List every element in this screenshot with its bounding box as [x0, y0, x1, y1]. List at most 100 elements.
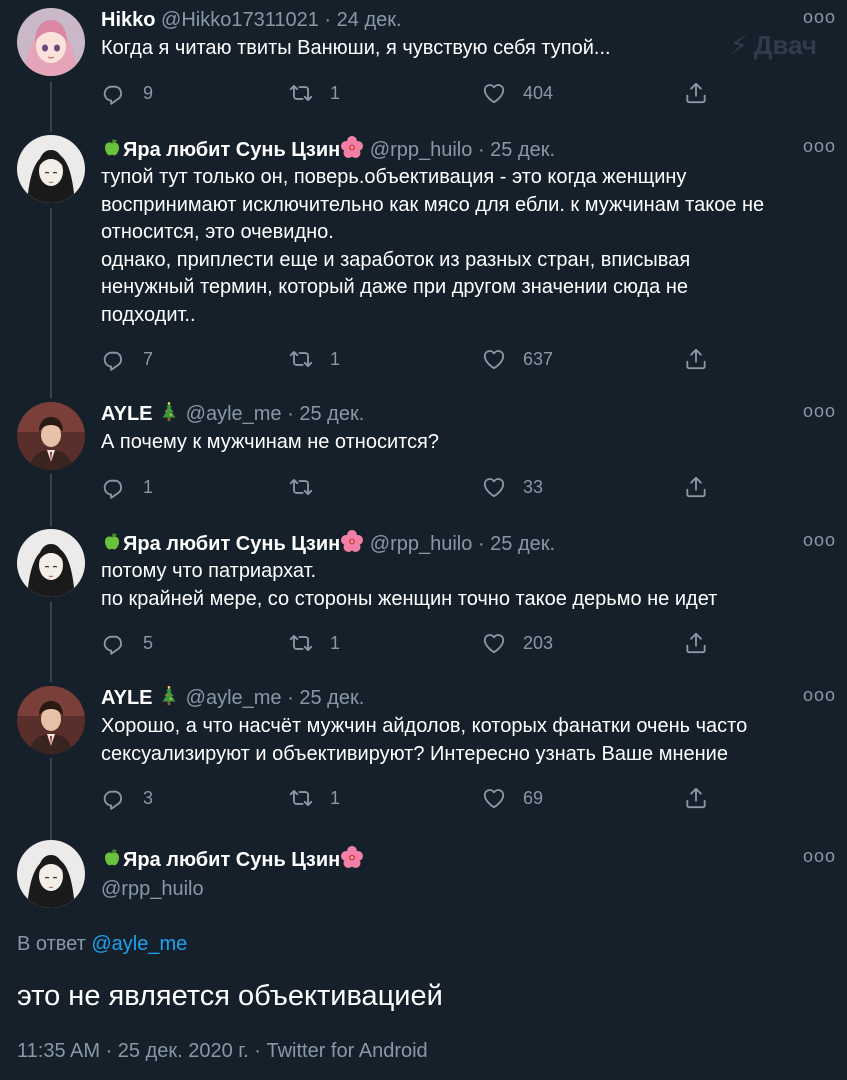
share-icon	[683, 630, 709, 656]
separator-dot: ·	[287, 403, 294, 425]
retweet-icon	[288, 630, 314, 656]
reply-button[interactable]: 7	[101, 342, 153, 376]
retweet-button[interactable]: 1	[288, 626, 340, 660]
tweet[interactable]: AYLE @ayle_me · 25 дек. ooo Хорошо, а чт…	[0, 684, 847, 824]
avatar[interactable]	[17, 529, 85, 597]
christmas-tree-icon	[158, 685, 180, 707]
retweet-icon	[288, 474, 314, 500]
tweet-text: А почему к мужчинам не относится?	[101, 431, 440, 453]
tweet-meta[interactable]: 11:35 AM · 25 дек. 2020 г. · Twitter for…	[17, 1040, 428, 1063]
avatar[interactable]	[17, 840, 85, 908]
reply-button[interactable]: 3	[101, 781, 153, 815]
author-handle[interactable]: @rpp_huilo	[370, 533, 473, 555]
like-button[interactable]: 33	[481, 470, 543, 504]
tweet-date[interactable]: 25 дек.	[299, 687, 364, 709]
tweet-text: тупой тут только он, поверь.объективация…	[101, 166, 765, 326]
author-name[interactable]: AYLE	[101, 687, 153, 709]
more-icon[interactable]: ooo	[803, 529, 835, 557]
author-handle[interactable]: @Hikko17311021	[161, 9, 319, 31]
author-handle[interactable]: @ayle_me	[186, 403, 282, 425]
reply-button[interactable]: 5	[101, 626, 153, 660]
share-button[interactable]	[683, 626, 709, 660]
main-tweet[interactable]: Яра любит Сунь Цзин @rpp_huilo ooo	[0, 845, 847, 915]
more-icon[interactable]: ooo	[803, 400, 835, 428]
like-count: 203	[523, 632, 554, 653]
tweet-header-handle: @rpp_huilo	[101, 875, 204, 903]
tweet-actions: 1 33	[0, 470, 847, 504]
reply-count: 3	[143, 787, 154, 808]
more-icon[interactable]: ooo	[803, 135, 835, 163]
tweet[interactable]: Яра любит Сунь Цзин @rpp_huilo · 25 дек.…	[0, 529, 847, 669]
retweet-button[interactable]: 1	[288, 342, 340, 376]
avatar[interactable]	[17, 686, 85, 754]
tweet-actions: 3 1 69	[0, 781, 847, 815]
tweet-header: Яра любит Сунь Цзин	[101, 845, 364, 873]
reply-count: 1	[143, 476, 154, 497]
share-button[interactable]	[683, 76, 709, 110]
author-handle[interactable]: @rpp_huilo	[370, 139, 473, 161]
heart-icon	[481, 346, 507, 372]
reply-context: В ответ @ayle_me	[17, 933, 187, 956]
author-name[interactable]: Яра любит Сунь Цзин	[123, 533, 340, 555]
retweet-count: 1	[330, 82, 341, 103]
tweet-actions: 9 1 404	[0, 76, 847, 110]
author-name[interactable]: Яра любит Сунь Цзин	[123, 139, 340, 161]
tweet-text: Хорошо, а что насчёт мужчин айдолов, кот…	[101, 715, 748, 765]
tweet-header: Hikko @Hikko17311021 · 24 дек.	[101, 6, 402, 34]
tweet[interactable]: AYLE @ayle_me · 25 дек. ooo А почему к м…	[0, 400, 847, 510]
share-icon	[683, 474, 709, 500]
green-apple-icon	[101, 531, 123, 553]
author-handle[interactable]: @ayle_me	[186, 687, 282, 709]
like-count: 404	[523, 82, 554, 103]
like-button[interactable]: 404	[481, 76, 553, 110]
avatar[interactable]	[17, 135, 85, 203]
reply-count: 7	[143, 348, 154, 369]
retweet-count: 1	[330, 632, 341, 653]
tweet-date[interactable]: 25 дек.	[490, 533, 555, 555]
like-count: 637	[523, 348, 554, 369]
reply-icon	[101, 346, 127, 372]
tweet[interactable]: Hikko @Hikko17311021 · 24 дек. ooo Когда…	[0, 6, 847, 116]
tweet-date[interactable]: 24 дек.	[337, 9, 402, 31]
retweet-button[interactable]: 1	[288, 76, 340, 110]
heart-icon	[481, 80, 507, 106]
more-icon[interactable]: ooo	[803, 6, 835, 34]
reply-count: 9	[143, 82, 154, 103]
avatar[interactable]	[17, 8, 85, 76]
main-tweet-text: это не является объективацией	[17, 980, 443, 1012]
reply-prefix: В ответ	[17, 933, 86, 955]
share-button[interactable]	[683, 470, 709, 504]
reply-button[interactable]: 1	[101, 470, 153, 504]
author-name[interactable]: Яра любит Сунь Цзин	[123, 849, 340, 871]
reply-icon	[101, 80, 127, 106]
like-count: 33	[523, 476, 544, 497]
reply-button[interactable]: 9	[101, 76, 153, 110]
more-icon[interactable]: ooo	[803, 684, 835, 712]
avatar[interactable]	[17, 402, 85, 470]
retweet-button[interactable]	[288, 470, 330, 504]
christmas-tree-icon	[158, 401, 180, 423]
more-icon[interactable]: ooo	[803, 845, 835, 873]
tweet-text: потому что патриархат. по крайней мере, …	[101, 560, 718, 610]
share-icon	[683, 346, 709, 372]
tweet-header: AYLE @ayle_me · 25 дек.	[101, 400, 364, 428]
retweet-button[interactable]: 1	[288, 781, 340, 815]
reply-handle-link[interactable]: @ayle_me	[91, 933, 187, 955]
like-button[interactable]: 637	[481, 342, 553, 376]
hibiscus-icon	[340, 529, 364, 553]
tweet-date[interactable]: 25 дек.	[490, 139, 555, 161]
tweet[interactable]: Яра любит Сунь Цзин @rpp_huilo · 25 дек.…	[0, 135, 847, 385]
author-name[interactable]: Hikko	[101, 9, 155, 31]
like-button[interactable]: 69	[481, 781, 543, 815]
share-button[interactable]	[683, 781, 709, 815]
tweet-actions: 7 1 637	[0, 342, 847, 376]
green-apple-icon	[101, 137, 123, 159]
tweet-date[interactable]: 25 дек.	[299, 403, 364, 425]
retweet-count: 1	[330, 787, 341, 808]
author-name[interactable]: AYLE	[101, 403, 153, 425]
share-icon	[683, 785, 709, 811]
author-handle[interactable]: @rpp_huilo	[101, 878, 204, 900]
tweet-actions: 5 1 203	[0, 626, 847, 660]
like-button[interactable]: 203	[481, 626, 553, 660]
share-button[interactable]	[683, 342, 709, 376]
